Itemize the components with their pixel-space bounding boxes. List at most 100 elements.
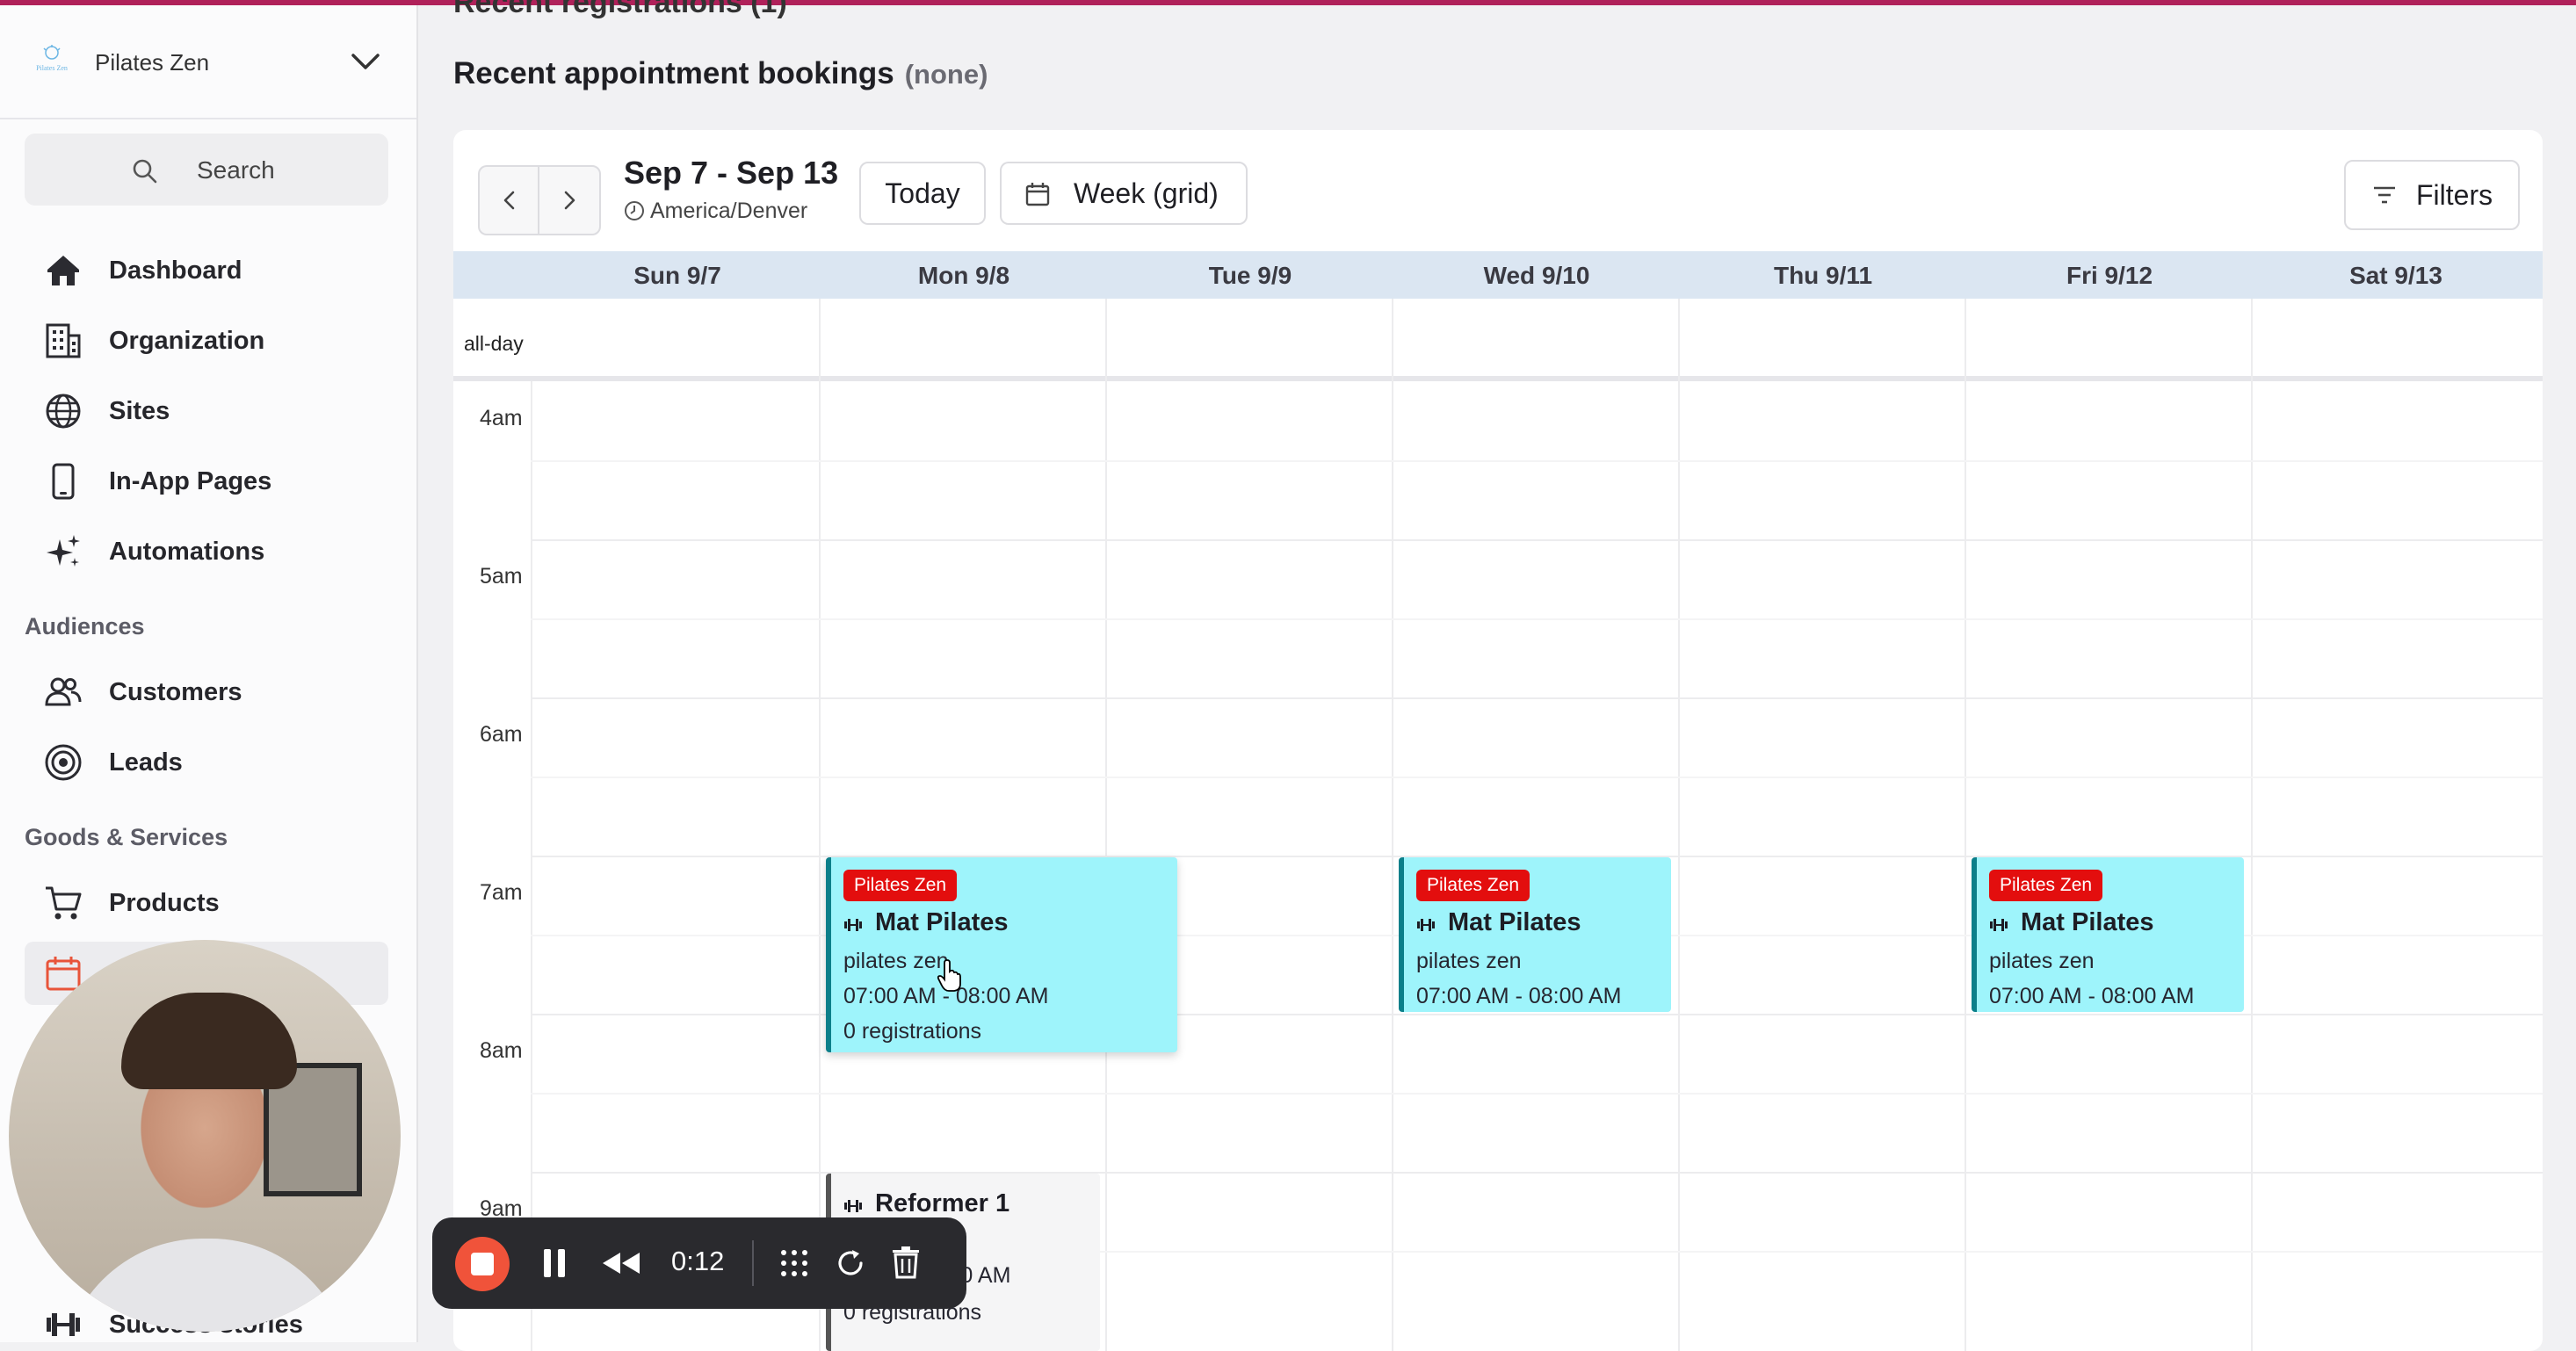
calendar-panel: Sep 7 - Sep 13 America/Denver Today Week… [453, 130, 2543, 1351]
event-title-text: Mat Pilates [875, 908, 1009, 936]
hand-cursor-icon [937, 959, 961, 992]
day-header: Mon 9/8 [917, 262, 1010, 289]
section-count: (none) [904, 59, 988, 90]
time-label: 6am [480, 722, 523, 747]
filters-label: Filters [2416, 179, 2493, 211]
cart-icon [46, 886, 82, 920]
dumbbell-icon [844, 919, 862, 931]
screen-recorder-toolbar: 0:12 [432, 1217, 966, 1309]
today-button[interactable]: Today [859, 162, 986, 225]
date-range: Sep 7 - Sep 13 [624, 155, 839, 191]
chevron-right-icon [564, 191, 575, 210]
filter-icon [2374, 186, 2395, 204]
calendar-event[interactable]: Pilates Zen Mat Pilates pilates zen 07:0… [826, 857, 1177, 1052]
event-title-text: Mat Pilates [1448, 908, 1581, 936]
grid-line [2251, 299, 2253, 1351]
chevron-down-icon[interactable] [348, 44, 383, 79]
sidebar-item-in-app-pages[interactable]: In-App Pages [25, 450, 388, 513]
time-label: 5am [480, 564, 523, 589]
event-title: Mat Pilates [1989, 908, 2154, 937]
calendar-event[interactable]: Pilates Zen Mat Pilates pilates zen 07:0… [1399, 857, 1671, 1012]
grid-line [531, 1093, 2543, 1095]
pause-icon[interactable] [541, 1247, 568, 1279]
event-title-text: Mat Pilates [2021, 908, 2154, 936]
org-logo: Pilates Zen [36, 45, 68, 72]
time-label: 7am [480, 880, 523, 905]
grid-dots-icon[interactable] [778, 1247, 810, 1279]
sidebar-item-dashboard[interactable]: Dashboard [25, 239, 388, 302]
dumbbell-icon [844, 1200, 862, 1212]
event-location: pilates zen [843, 949, 949, 973]
recording-timer: 0:12 [671, 1246, 725, 1276]
event-time: 07:00 AM - 08:00 AM [1416, 984, 1622, 1008]
event-title-text: Reformer 1 [875, 1189, 1010, 1217]
org-switcher[interactable]: Pilates Zen Pilates Zen [0, 5, 416, 119]
filters-button[interactable]: Filters [2344, 160, 2520, 230]
search-placeholder: Search [197, 156, 275, 184]
day-header: Sun 9/7 [633, 262, 721, 289]
restart-icon[interactable] [835, 1247, 866, 1279]
phone-icon [52, 463, 75, 500]
home-icon [47, 256, 79, 285]
time-label: 4am [480, 406, 523, 430]
webcam-overlay[interactable] [9, 940, 401, 1332]
users-icon [45, 677, 82, 706]
sidebar-item-label: Organization [109, 327, 265, 355]
sidebar-item-automations[interactable]: Automations [25, 520, 388, 583]
section-title-text: Recent appointment bookings [453, 56, 894, 90]
grid-line [531, 460, 2543, 462]
timezone-text: America/Denver [650, 199, 808, 223]
next-week-button[interactable] [538, 165, 601, 235]
grid-line [531, 381, 532, 1351]
event-badge: Pilates Zen [1989, 870, 2103, 901]
calendar-icon [1025, 183, 1050, 206]
grid-line [1392, 299, 1393, 1351]
org-name: Pilates Zen [95, 49, 210, 76]
event-title: Reformer 1 [843, 1189, 1009, 1218]
svg-text:Pilates Zen: Pilates Zen [36, 64, 68, 72]
grid-line [531, 539, 2543, 541]
sidebar-item-products[interactable]: Products [25, 871, 388, 935]
sidebar-item-customers[interactable]: Customers [25, 661, 388, 724]
grid-line [819, 299, 821, 1351]
all-day-label: all-day [464, 332, 524, 355]
calendar-event[interactable]: Pilates Zen Mat Pilates pilates zen 07:0… [1972, 857, 2244, 1012]
stop-recording-button[interactable] [455, 1237, 510, 1291]
grid-line [531, 618, 2543, 620]
event-location: pilates zen [1989, 949, 2095, 973]
prev-week-button[interactable] [478, 165, 539, 235]
view-select[interactable]: Week (grid) [1000, 162, 1248, 225]
day-header: Sat 9/13 [2349, 262, 2442, 289]
trash-icon[interactable] [891, 1246, 921, 1279]
sidebar-item-label: Leads [109, 748, 183, 777]
section-heading-audiences: Audiences [25, 613, 145, 639]
event-registrations: 0 registrations [843, 1019, 982, 1044]
sidebar-item-sites[interactable]: Sites [25, 379, 388, 443]
sidebar-item-label: In-App Pages [109, 467, 272, 495]
day-header: Tue 9/9 [1208, 262, 1292, 289]
time-label: 8am [480, 1038, 523, 1063]
page-section-title: Recent appointment bookings (none) [453, 56, 988, 91]
event-time: 07:00 AM - 08:00 AM [1989, 984, 2195, 1008]
section-heading-goods-services: Goods & Services [25, 824, 228, 850]
chevron-left-icon [503, 191, 515, 210]
sidebar-item-label: Products [109, 889, 220, 917]
search-input[interactable]: Search [25, 134, 388, 206]
event-title: Mat Pilates [843, 908, 1009, 937]
grid-line [1678, 299, 1680, 1351]
clock-icon [625, 201, 644, 220]
stop-icon [471, 1253, 494, 1275]
building-icon [46, 323, 81, 358]
rewind-icon[interactable] [601, 1251, 641, 1275]
all-day-row[interactable]: all-day [453, 299, 2543, 381]
timezone-label: America/Denver [624, 199, 807, 224]
dumbbell-icon [1417, 919, 1435, 931]
dumbbell-icon [1990, 919, 2008, 931]
sidebar-item-label: Automations [109, 538, 265, 566]
sidebar-item-leads[interactable]: Leads [25, 731, 388, 794]
sidebar-item-organization[interactable]: Organization [25, 309, 388, 372]
day-header-row: Sun 9/7 Mon 9/8 Tue 9/9 Wed 9/10 Thu 9/1… [453, 251, 2543, 299]
sidebar-item-label: Sites [109, 397, 170, 425]
divider [752, 1240, 754, 1286]
sidebar: Pilates Zen Pilates Zen Search Dashboard… [0, 5, 418, 1342]
